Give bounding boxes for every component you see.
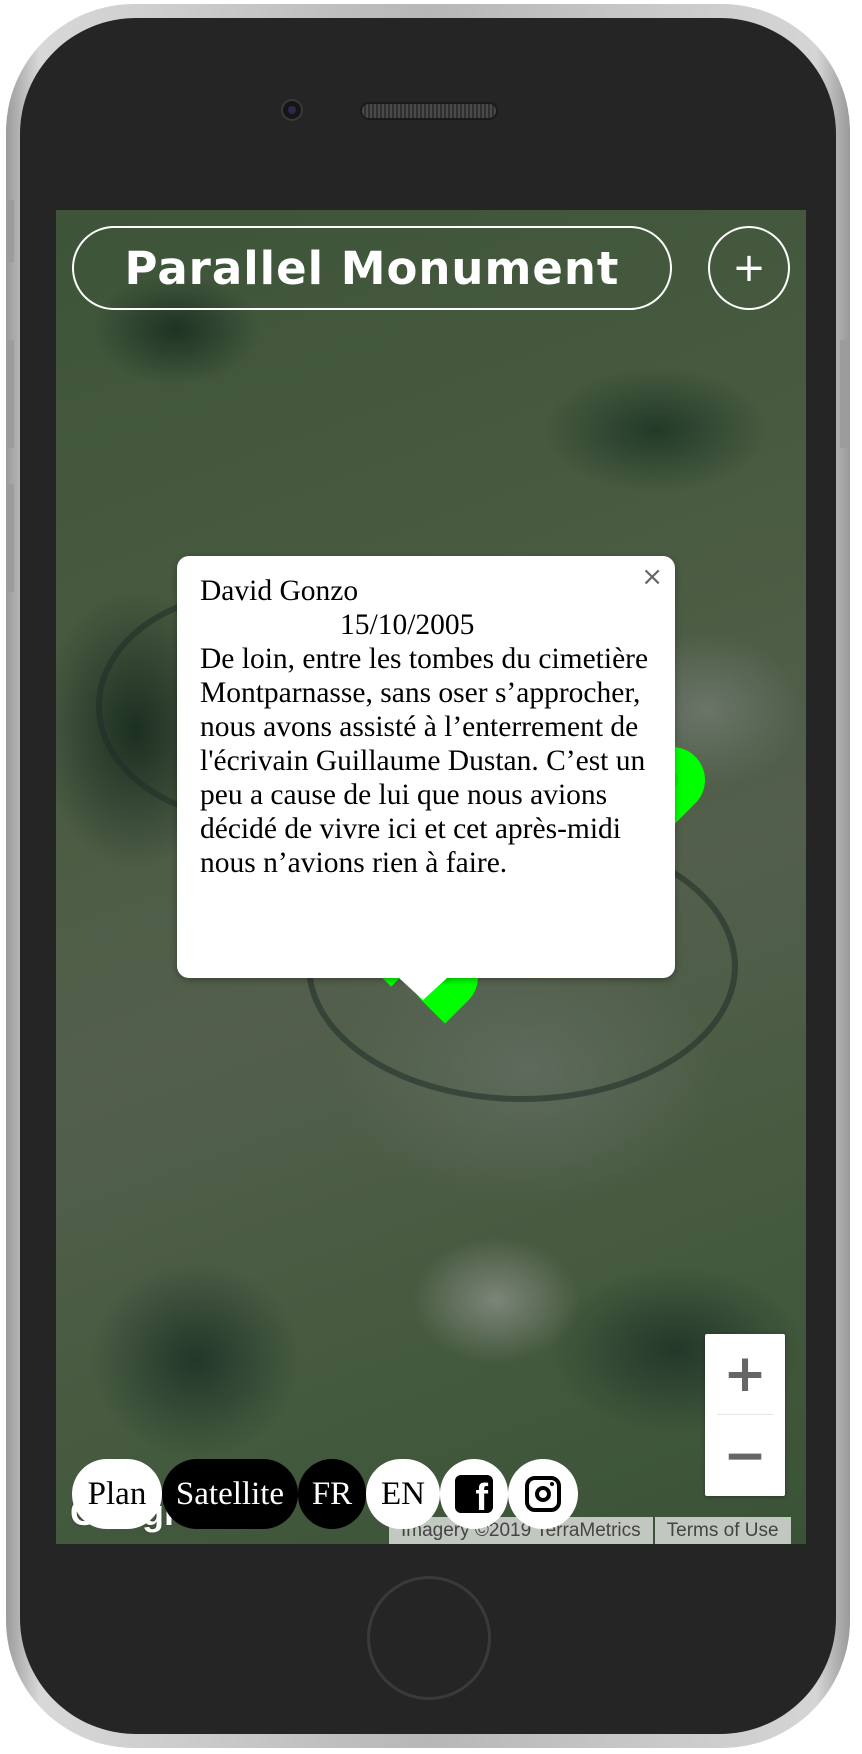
volume-down-button	[6, 484, 14, 592]
language-fr-button[interactable]: FR	[298, 1459, 366, 1529]
power-button	[840, 340, 848, 448]
zoom-in-button[interactable]: +	[705, 1334, 785, 1414]
instagram-button[interactable]	[508, 1459, 578, 1529]
close-icon[interactable]: ×	[641, 560, 663, 594]
entry-text: De loin, entre les tombes du cimetière M…	[200, 643, 649, 879]
instagram-icon	[525, 1476, 561, 1512]
home-button	[367, 1576, 491, 1700]
entry-date: 15/10/2005	[340, 609, 475, 641]
front-camera	[281, 99, 303, 121]
add-entry-button[interactable]: +	[708, 226, 790, 310]
app-title[interactable]: Parallel Monument	[72, 226, 672, 310]
zoom-out-button[interactable]: −	[705, 1416, 785, 1496]
facebook-button[interactable]: f	[440, 1459, 508, 1529]
entry-author: David Gonzo	[200, 575, 359, 607]
facebook-icon: f	[455, 1475, 493, 1517]
terms-of-use-link[interactable]: Terms of Use	[654, 1517, 791, 1544]
map-view[interactable]: Parallel Monument + × David Gonzo 15/10/…	[56, 210, 806, 1544]
mute-switch	[6, 200, 14, 262]
map-attribution: Imagery ©2019 TerraMetrics Terms of Use	[389, 1517, 791, 1544]
info-window: × David Gonzo 15/10/2005 De loin, entre …	[177, 556, 675, 1000]
plan-button[interactable]: Plan	[72, 1459, 162, 1529]
zoom-divider	[717, 1414, 773, 1415]
satellite-button[interactable]: Satellite	[162, 1459, 298, 1529]
volume-up-button	[6, 340, 14, 448]
earpiece-speaker	[362, 104, 496, 118]
language-en-button[interactable]: EN	[366, 1459, 440, 1529]
zoom-control: + −	[705, 1334, 785, 1496]
